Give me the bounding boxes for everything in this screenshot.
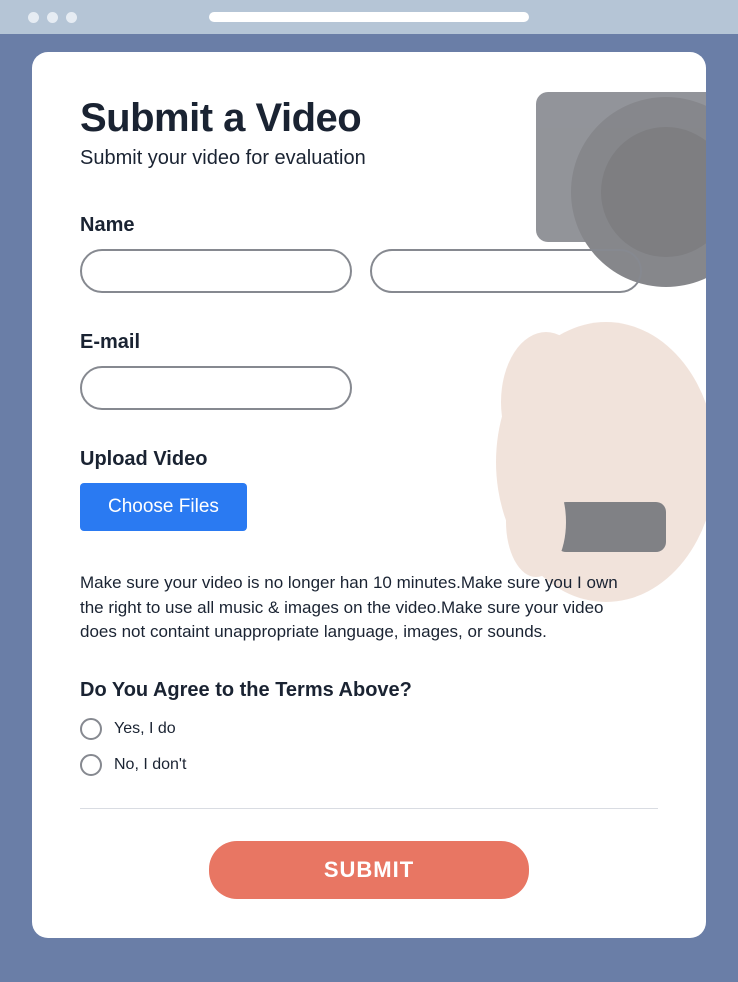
last-name-input[interactable] <box>370 249 642 293</box>
window-dot-maximize[interactable] <box>66 12 77 23</box>
name-label: Name <box>80 214 658 237</box>
email-label: E-mail <box>80 331 658 354</box>
radio-option-no[interactable]: No, I don't <box>80 754 658 776</box>
name-section: Name <box>80 214 658 293</box>
window-dot-close[interactable] <box>28 12 39 23</box>
submit-button[interactable]: SUBMIT <box>209 841 529 899</box>
url-bar[interactable] <box>209 12 529 22</box>
terms-text: Make sure your video is no longer han 10… <box>80 571 645 645</box>
radio-circle-icon <box>80 718 102 740</box>
email-section: E-mail <box>80 331 658 410</box>
radio-label: Yes, I do <box>114 720 176 738</box>
agree-question: Do You Agree to the Terms Above? <box>80 679 658 702</box>
radio-option-yes[interactable]: Yes, I do <box>80 718 658 740</box>
upload-section: Upload Video Choose Files <box>80 448 658 531</box>
upload-label: Upload Video <box>80 448 658 471</box>
page-subtitle: Submit your video for evaluation <box>80 147 658 170</box>
window-dot-minimize[interactable] <box>47 12 58 23</box>
choose-files-button[interactable]: Choose Files <box>80 483 247 531</box>
first-name-input[interactable] <box>80 249 352 293</box>
browser-chrome <box>0 0 738 34</box>
page-title: Submit a Video <box>80 96 658 141</box>
form-card: Submit a Video Submit your video for eva… <box>32 52 706 938</box>
email-input[interactable] <box>80 366 352 410</box>
radio-circle-icon <box>80 754 102 776</box>
radio-label: No, I don't <box>114 756 186 774</box>
divider <box>80 808 658 809</box>
